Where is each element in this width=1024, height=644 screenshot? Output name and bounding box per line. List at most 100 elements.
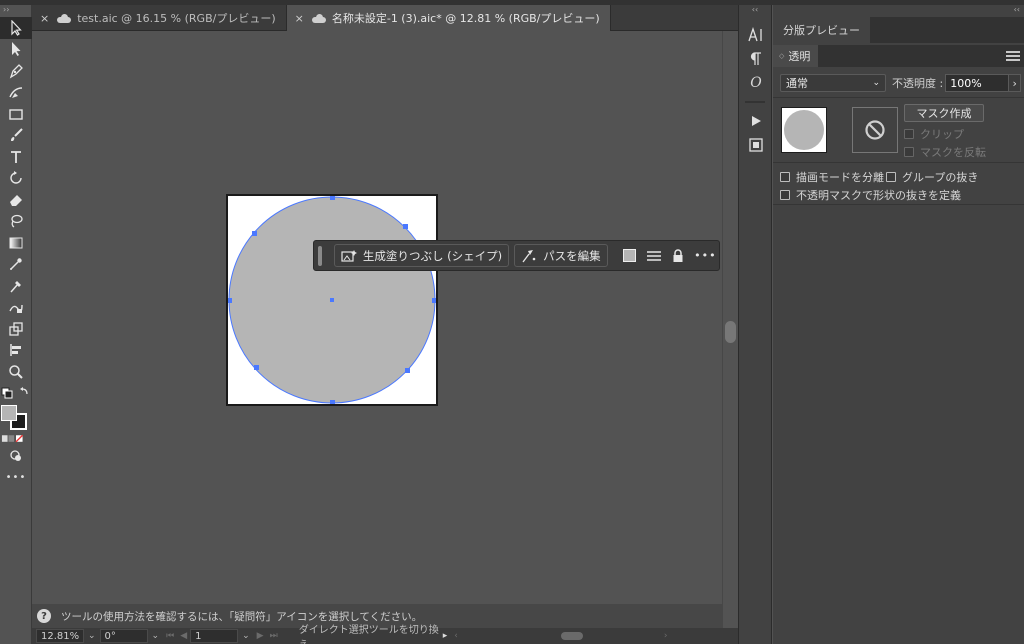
no-mask-thumbnail[interactable] xyxy=(852,107,898,153)
curvature-tool-icon[interactable] xyxy=(0,82,32,104)
opacity-input[interactable]: 100% xyxy=(945,74,1010,92)
draw-mode-icon[interactable] xyxy=(0,447,32,465)
clip-label: クリップ xyxy=(920,128,964,141)
current-tool-status: ダイレクト選択ツールを切り換え xyxy=(298,625,439,644)
artboards-icon[interactable] xyxy=(739,133,773,157)
lasso-tool-icon[interactable] xyxy=(0,211,32,233)
scale-tool-icon[interactable] xyxy=(0,318,32,340)
knockout-group-label: グループの抜き xyxy=(902,171,979,184)
blend-mode-select[interactable]: 通常 ⌄ xyxy=(780,74,886,92)
document-tabs: × test.aic @ 16.15 % (RGB/プレビュー) × 名称未設定… xyxy=(32,5,738,31)
invert-mask-checkbox[interactable]: マスクを反転 xyxy=(904,144,986,160)
tab-close-icon[interactable]: × xyxy=(295,12,304,25)
eraser-tool-icon[interactable] xyxy=(0,189,32,211)
panel-menu-icon[interactable] xyxy=(1006,49,1020,64)
more-tools-icon[interactable]: ••• xyxy=(0,465,32,491)
last-artboard-icon[interactable]: ⏭ xyxy=(267,631,281,641)
character-icon[interactable] xyxy=(739,23,773,47)
selection-tool-icon[interactable] xyxy=(0,17,32,39)
artboard[interactable] xyxy=(226,194,438,406)
zoom-field[interactable]: 12.81% xyxy=(36,629,84,643)
shape-builder-tool-icon[interactable] xyxy=(0,297,32,319)
tab-test-aic[interactable]: × test.aic @ 16.15 % (RGB/プレビュー) xyxy=(32,5,287,31)
canvas-area[interactable] xyxy=(32,31,722,604)
edit-path-button[interactable]: パスを編集 xyxy=(514,244,608,267)
opacity-mask-define-knockout-checkbox[interactable]: 不透明マスクで形状の抜きを定義 xyxy=(780,187,961,203)
pen-tool-icon[interactable] xyxy=(0,60,32,82)
chevron-down-icon[interactable]: ⌄ xyxy=(84,631,100,641)
drag-handle[interactable] xyxy=(318,245,322,266)
zoom-tool-icon[interactable] xyxy=(0,361,32,383)
gradient-tool-icon[interactable] xyxy=(0,232,32,254)
status-bar: 12.81% ⌄ 0° ⌄ ⏮ ◀ 1 ⌄ ▶ ⏭ ダイレクト選択ツールを切り換… xyxy=(32,625,738,644)
first-artboard-icon[interactable]: ⏮ xyxy=(163,631,177,641)
more-options-icon[interactable]: ••• xyxy=(692,245,719,267)
anchor-point[interactable] xyxy=(330,400,335,404)
rotation-field[interactable]: 0° xyxy=(99,629,148,643)
anchor-point[interactable] xyxy=(405,368,410,373)
edit-path-icon xyxy=(522,249,536,262)
help-question-icon[interactable]: ? xyxy=(37,609,51,623)
anchor-point[interactable] xyxy=(254,365,259,370)
generative-shape-fill-button[interactable]: 生成塗りつぶし (シェイプ) xyxy=(333,244,510,267)
knockout-group-checkbox[interactable]: グループの抜き xyxy=(886,169,978,185)
clip-checkbox[interactable]: クリップ xyxy=(904,126,964,142)
opacity-mask-define-label: 不透明マスクで形状の抜きを定義 xyxy=(796,189,961,202)
eyedropper-alt-tool-icon[interactable] xyxy=(0,275,32,297)
generative-fill-icon xyxy=(341,249,357,262)
rectangle-tool-icon[interactable] xyxy=(0,103,32,125)
blend-opacity-row: 通常 ⌄ 不透明度 : 100% › xyxy=(780,74,1022,92)
canvas-horizontal-scrollbar[interactable] xyxy=(461,631,661,641)
anchor-point[interactable] xyxy=(432,298,436,303)
hscroll-left-icon[interactable]: ‹ xyxy=(451,631,461,641)
status-menu-arrow-icon[interactable]: ▸ xyxy=(439,631,452,641)
tab-untitled-1[interactable]: × 名称未設定-1 (3).aic* @ 12.81 % (RGB/プレビュー) xyxy=(286,5,611,31)
tab-label: test.aic @ 16.15 % (RGB/プレビュー) xyxy=(77,12,276,25)
paragraph-icon[interactable] xyxy=(739,47,773,71)
canvas-vertical-scrollbar[interactable] xyxy=(722,31,737,628)
anchor-point[interactable] xyxy=(228,298,232,303)
panel-expand-icon[interactable]: ◇ xyxy=(779,52,784,60)
selected-circle-shape[interactable] xyxy=(228,196,436,404)
chevron-down-icon[interactable]: ⌄ xyxy=(238,631,254,641)
panel-collapse-icon[interactable]: ‹‹ xyxy=(773,5,1024,17)
artboard-number-field[interactable]: 1 xyxy=(190,629,239,643)
stroke-lines-icon[interactable] xyxy=(643,245,664,267)
toolbar-collapse-icon[interactable]: ›› xyxy=(0,5,31,17)
fill-swatch[interactable] xyxy=(1,404,17,421)
artboard-number: 1 xyxy=(195,630,202,642)
prev-artboard-icon[interactable]: ◀ xyxy=(177,631,190,641)
anchor-point[interactable] xyxy=(330,196,335,200)
type-tool-icon[interactable] xyxy=(0,146,32,168)
lock-icon[interactable] xyxy=(667,245,688,267)
brush-tool-icon[interactable] xyxy=(0,125,32,147)
fill-square-icon[interactable] xyxy=(619,245,640,267)
opentype-icon[interactable]: O xyxy=(739,71,773,95)
hscroll-right-icon[interactable]: › xyxy=(661,631,671,641)
next-artboard-icon[interactable]: ▶ xyxy=(254,631,267,641)
scrollbar-thumb[interactable] xyxy=(560,632,583,640)
color-mode-icon[interactable] xyxy=(0,431,32,447)
dock-collapse-icon[interactable]: ‹‹ xyxy=(739,5,771,17)
direct-selection-tool-icon[interactable] xyxy=(0,39,32,61)
swap-fill-stroke-icon[interactable] xyxy=(0,383,32,403)
opacity-slider-arrow-icon[interactable]: › xyxy=(1009,74,1022,92)
anchor-point[interactable] xyxy=(252,231,257,236)
chevron-down-icon[interactable]: ⌄ xyxy=(148,631,164,641)
tab-close-icon[interactable]: × xyxy=(40,12,49,25)
tab-transparency[interactable]: ◇ 透明 xyxy=(773,45,819,67)
tab-separations-preview[interactable]: 分版プレビュー xyxy=(773,17,870,43)
eyedropper-tool-icon[interactable] xyxy=(0,254,32,276)
scrollbar-thumb[interactable] xyxy=(725,321,736,343)
rotate-tool-icon[interactable] xyxy=(0,168,32,190)
make-mask-button[interactable]: マスク作成 xyxy=(904,104,984,122)
no-mask-icon xyxy=(865,120,885,140)
actions-play-icon[interactable] xyxy=(739,109,773,133)
object-thumbnail[interactable] xyxy=(781,107,827,153)
align-tool-icon[interactable] xyxy=(0,340,32,362)
isolate-blending-checkbox[interactable]: 描画モードを分離 xyxy=(780,169,884,185)
fill-stroke-swatches[interactable] xyxy=(0,403,31,431)
center-point[interactable] xyxy=(330,298,334,302)
anchor-point[interactable] xyxy=(403,224,408,229)
cloud-doc-icon xyxy=(311,13,326,23)
